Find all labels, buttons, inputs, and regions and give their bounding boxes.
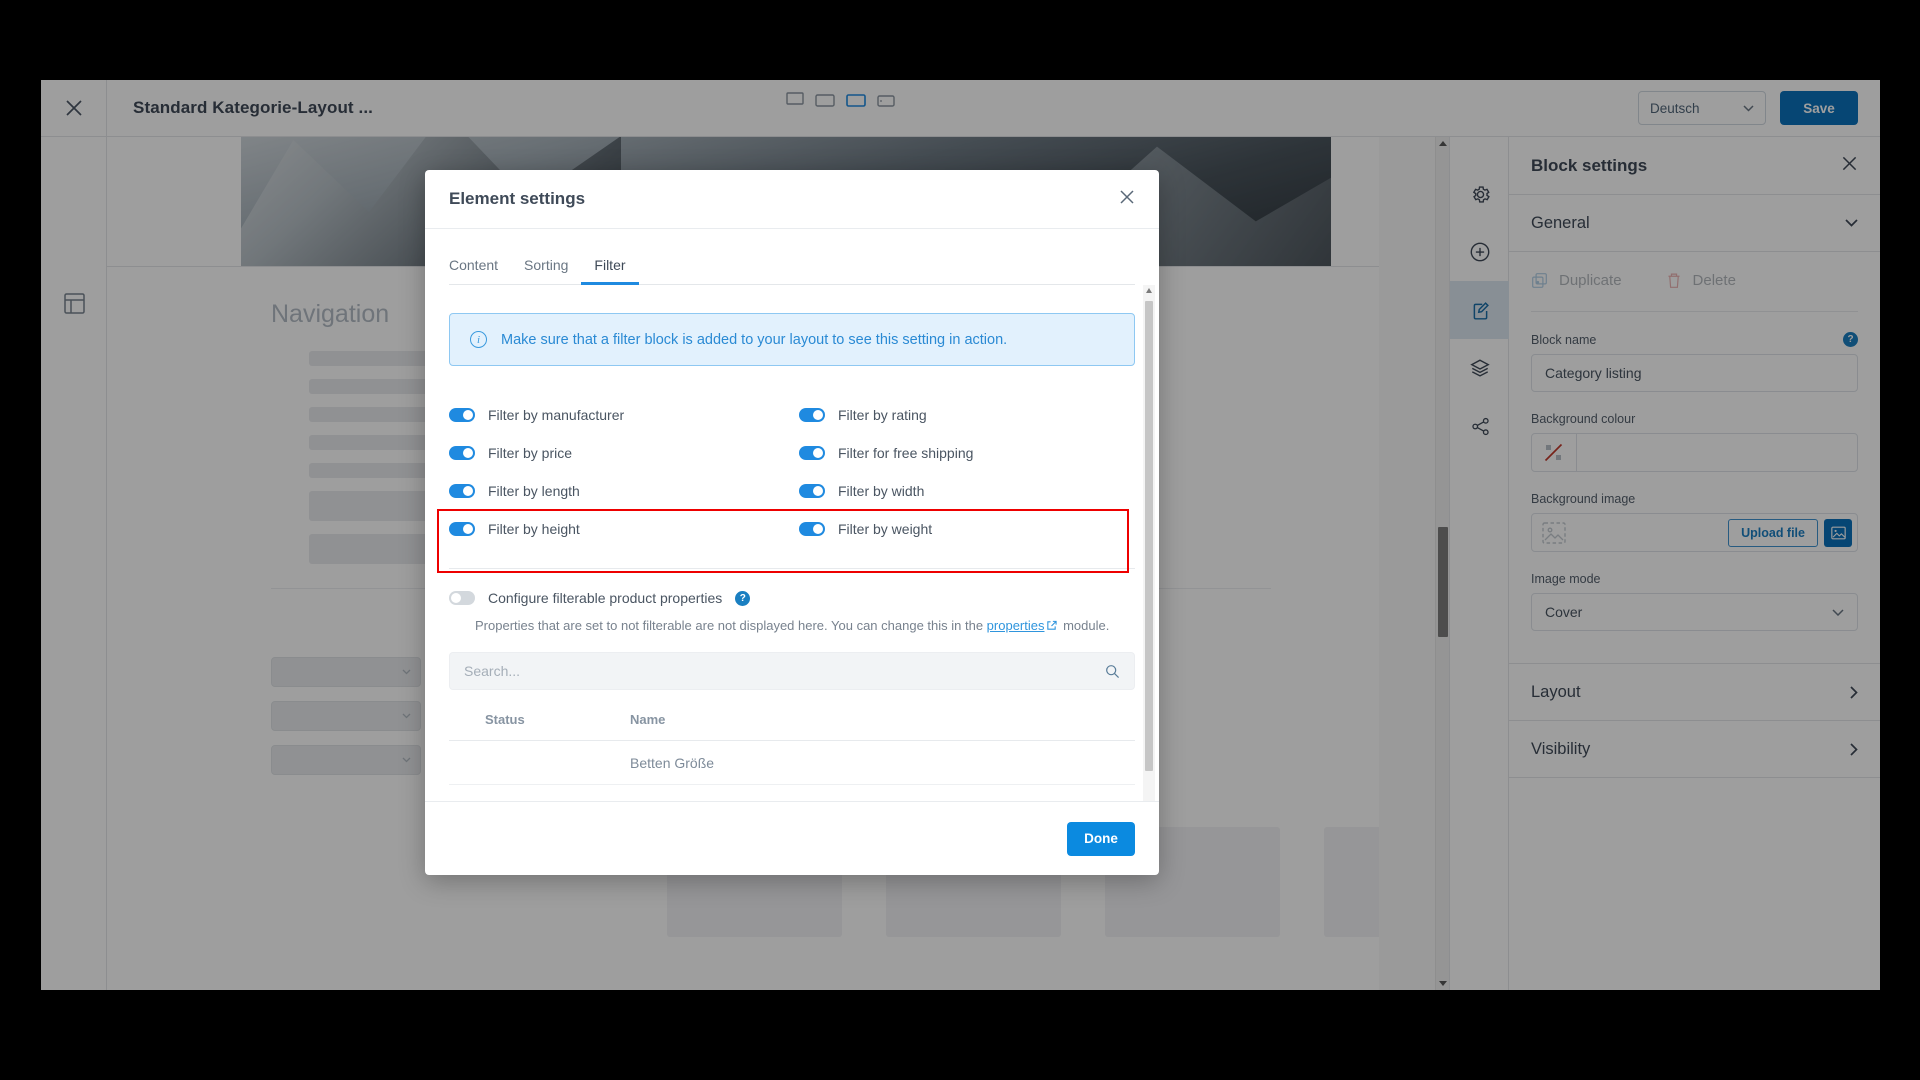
filter-toggle-label: Filter by width <box>838 483 925 499</box>
filter-toggle-rating[interactable]: Filter by rating <box>799 396 1135 434</box>
modal-close-button[interactable] <box>1119 189 1135 210</box>
tab-filter[interactable]: Filter <box>581 257 639 285</box>
tab-content[interactable]: Content <box>449 257 511 285</box>
properties-note-after: module. <box>1059 618 1110 633</box>
info-banner: i Make sure that a filter block is added… <box>449 313 1135 366</box>
help-icon[interactable]: ? <box>735 590 751 606</box>
modal-title: Element settings <box>449 189 586 208</box>
external-link-icon <box>1047 620 1058 630</box>
info-banner-text: Make sure that a filter block is added t… <box>501 331 1008 348</box>
close-icon <box>1120 189 1134 204</box>
app-window: Standard Kategorie-Layout ... Deutsch Sa… <box>41 80 1880 990</box>
filter-toggle-height[interactable]: Filter by height <box>449 510 799 548</box>
search-icon[interactable] <box>1105 664 1120 679</box>
column-header-name: Name <box>630 712 666 727</box>
toggle-switch[interactable] <box>449 522 475 536</box>
table-row[interactable]: Betten Größe <box>449 741 1135 785</box>
filter-toggle-label: Filter by weight <box>838 521 933 537</box>
properties-module-link[interactable]: properties <box>987 618 1045 633</box>
filter-toggle-label: Filter by length <box>488 483 580 499</box>
toggle-switch[interactable] <box>449 408 475 422</box>
properties-note: Properties that are set to not filterabl… <box>475 618 1135 633</box>
column-header-status: Status <box>485 712 525 727</box>
filter-toggle-weight[interactable]: Filter by weight <box>799 510 1135 548</box>
toggle-switch[interactable] <box>799 446 825 460</box>
row-name-cell: Farbe <box>594 799 1135 802</box>
toggle-switch[interactable] <box>799 484 825 498</box>
toggle-switch[interactable] <box>449 446 475 460</box>
divider <box>449 568 1135 569</box>
toggle-switch[interactable] <box>799 408 825 422</box>
filter-toggle-width[interactable]: Filter by width <box>799 472 1135 510</box>
toggle-switch[interactable] <box>799 522 825 536</box>
toggle-switch[interactable] <box>449 484 475 498</box>
table-row[interactable]: Farbe <box>449 785 1135 802</box>
element-settings-modal: Element settings Content Sorting Filter … <box>425 170 1159 875</box>
search-input[interactable]: Search... <box>449 652 1135 690</box>
configure-properties-label: Configure filterable product properties <box>488 590 723 606</box>
modal-scrollbar[interactable] <box>1143 285 1155 801</box>
row-name-cell: Betten Größe <box>630 754 715 771</box>
modal-tabs: Content Sorting Filter <box>449 229 1135 285</box>
table-header-row: Status Name <box>449 712 1135 741</box>
filter-toggle-manufacturer[interactable]: Filter by manufacturer <box>449 396 799 434</box>
filter-toggle-free-shipping[interactable]: Filter for free shipping <box>799 434 1135 472</box>
modal-scroll-area: Content Sorting Filter i Make sure that … <box>425 229 1159 801</box>
filter-toggle-label: Filter for free shipping <box>838 445 974 461</box>
done-button[interactable]: Done <box>1067 821 1135 856</box>
search-placeholder: Search... <box>464 663 521 679</box>
properties-table: Status Name Betten Größe Farbe <box>449 712 1135 801</box>
modal-footer: Done <box>425 801 1159 875</box>
modal-header: Element settings <box>425 170 1159 229</box>
tab-sorting[interactable]: Sorting <box>511 257 581 285</box>
filter-toggle-label: Filter by height <box>488 521 580 537</box>
scrollbar-thumb[interactable] <box>1145 301 1153 771</box>
configure-properties-row[interactable]: Configure filterable product properties … <box>449 590 1135 606</box>
filter-toggle-length[interactable]: Filter by length <box>449 472 799 510</box>
info-icon: i <box>470 331 487 348</box>
scroll-up-arrow-icon[interactable] <box>1146 288 1152 293</box>
filter-toggle-label: Filter by manufacturer <box>488 407 625 423</box>
filter-toggle-label: Filter by rating <box>838 407 927 423</box>
filter-toggle-label: Filter by price <box>488 445 573 461</box>
filter-toggle-grid: Filter by manufacturer Filter by rating … <box>449 396 1135 548</box>
properties-note-before: Properties that are set to not filterabl… <box>475 618 987 633</box>
toggle-switch[interactable] <box>449 591 475 605</box>
filter-toggle-price[interactable]: Filter by price <box>449 434 799 472</box>
